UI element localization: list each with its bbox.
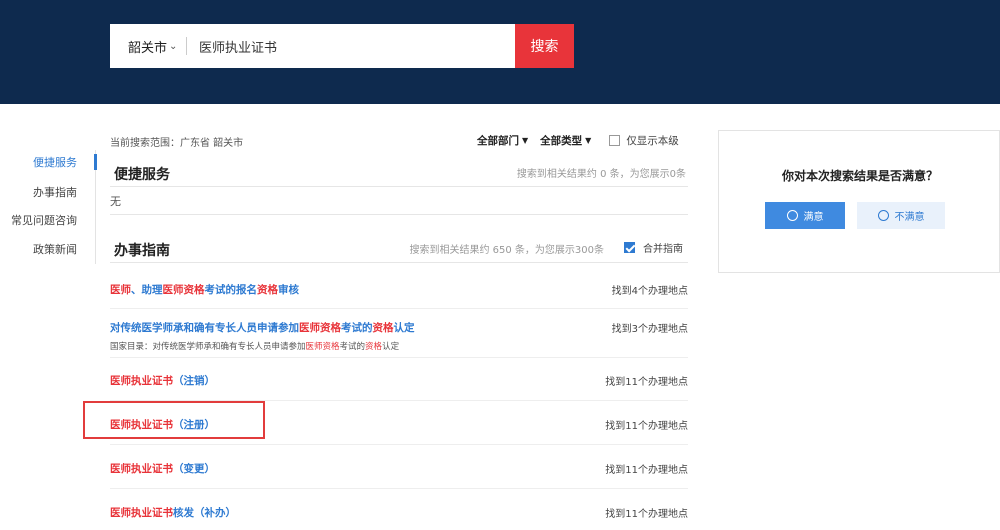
guide-result-catalog: 国家目录：对传统医学师承和确有专长人员申请参加医师资格考试的资格认定 xyxy=(110,340,688,352)
department-filter[interactable]: 全部部门 ▼ xyxy=(477,133,528,148)
guide-result-row[interactable]: 医师执业证书（注销） 找到11个办理地点 xyxy=(110,373,688,388)
keyword-highlight: 资格 xyxy=(257,284,278,296)
location-count: 找到3个办理地点 xyxy=(611,324,688,335)
only-level-label: 仅显示本级 xyxy=(626,135,679,147)
chevron-down-icon: ▼ xyxy=(522,136,529,145)
merge-guides-toggle[interactable]: 合并指南 xyxy=(624,240,683,255)
sidenav-item-faq[interactable]: 常见问题咨询 xyxy=(11,212,77,228)
only-level-toggle[interactable]: 仅显示本级 xyxy=(609,133,679,148)
only-level-checkbox[interactable] xyxy=(609,135,621,146)
type-filter[interactable]: 全部类型 ▼ xyxy=(540,133,591,148)
location-count: 找到4个办理地点 xyxy=(611,286,688,297)
smile-icon xyxy=(786,210,798,221)
divider xyxy=(110,186,688,187)
location-count: 找到11个办理地点 xyxy=(605,421,688,432)
services-result-count: 搜索到相关结果约 0 条，为您展示0条 xyxy=(516,169,686,180)
feedback-question: 你对本次搜索结果是否满意？ xyxy=(781,169,938,183)
guide-result-row[interactable]: 医师、助理医师资格考试的报名资格审核 找到4个办理地点 xyxy=(110,282,688,297)
services-empty-text: 无 xyxy=(110,195,121,208)
type-filter-label: 全部类型 xyxy=(540,135,583,147)
catalog-text: 国家目录：对传统医学师承和确有专长人员申请参加 xyxy=(110,342,306,352)
search-scope: 当前搜索范围：广东省 韶关市 xyxy=(110,138,244,149)
sidenav-item-news[interactable]: 政策新闻 xyxy=(33,241,77,257)
title-text: 核发（补办） xyxy=(173,507,236,519)
merge-guides-label: 合并指南 xyxy=(643,244,683,255)
side-navigation: 便捷服务 办事指南 常见问题咨询 政策新闻 xyxy=(0,150,97,264)
guide-result-row[interactable]: 对传统医学师承和确有专长人员申请参加医师资格考试的资格认定 国家目录：对传统医学师… xyxy=(110,320,688,352)
chevron-down-icon: ⌄ xyxy=(169,40,178,52)
feedback-panel: 你对本次搜索结果是否满意？ 满意 不满意 xyxy=(718,130,1000,273)
guide-result-row[interactable]: 医师执业证书核发（补办） 找到11个办理地点 xyxy=(110,505,688,520)
title-text: （变更） xyxy=(173,463,215,475)
filter-bar: 全部部门 ▼ 全部类型 ▼ 仅显示本级 xyxy=(477,133,679,148)
divider xyxy=(110,262,688,263)
location-count: 找到11个办理地点 xyxy=(605,509,688,520)
location-count: 找到11个办理地点 xyxy=(605,377,688,388)
title-text: （注销） xyxy=(173,375,215,387)
keyword-highlight: 医师 xyxy=(110,284,131,296)
satisfied-label: 满意 xyxy=(803,212,824,223)
divider xyxy=(110,308,688,309)
title-text: 对传统医学师承和确有专长人员申请参加 xyxy=(110,322,299,334)
guide-result-title[interactable]: 医师执业证书核发（补办） xyxy=(110,505,688,520)
title-text: 认定 xyxy=(393,322,415,334)
title-text: 考试的报名 xyxy=(204,284,258,296)
sidenav-item-guides[interactable]: 办事指南 xyxy=(33,184,77,200)
city-selector[interactable]: 韶关市 ⌄ xyxy=(110,37,186,56)
catalog-text: 考试的 xyxy=(339,342,366,352)
guide-result-title[interactable]: 对传统医学师承和确有专长人员申请参加医师资格考试的资格认定 xyxy=(110,320,688,335)
catalog-text: 认定 xyxy=(382,342,400,352)
search-box: 韶关市 ⌄ xyxy=(110,24,515,68)
divider xyxy=(110,214,688,215)
guides-result-count: 搜索到相关结果约 650 条，为您展示300条 xyxy=(409,245,604,256)
location-count: 找到11个办理地点 xyxy=(605,465,688,476)
frown-icon xyxy=(877,210,889,221)
highlight-box xyxy=(83,401,265,439)
keyword-highlight: 医师执业证书 xyxy=(110,463,173,475)
city-label: 韶关市 xyxy=(128,40,168,56)
department-filter-label: 全部部门 xyxy=(477,135,519,147)
chevron-down-icon: ▼ xyxy=(585,136,592,145)
guides-section-title: 办事指南 xyxy=(114,243,170,259)
satisfied-button[interactable]: 满意 xyxy=(765,202,845,229)
keyword-highlight: 资格 xyxy=(365,342,383,352)
sidenav-item-services[interactable]: 便捷服务 xyxy=(33,154,77,170)
keyword-highlight: 资格 xyxy=(372,322,394,334)
keyword-highlight: 医师执业证书 xyxy=(110,507,173,519)
active-indicator xyxy=(94,154,97,170)
keyword-highlight: 医师资格 xyxy=(162,284,205,296)
keyword-highlight: 医师资格 xyxy=(305,342,340,352)
title-text: 审核 xyxy=(278,284,299,296)
guide-result-title[interactable]: 医师、助理医师资格考试的报名资格审核 xyxy=(110,282,688,297)
merge-guides-checkbox[interactable] xyxy=(624,242,635,253)
title-text: 考试的 xyxy=(341,322,373,334)
divider xyxy=(110,444,688,445)
keyword-highlight: 医师资格 xyxy=(299,322,341,334)
keyword-highlight: 医师执业证书 xyxy=(110,375,173,387)
services-section-title: 便捷服务 xyxy=(114,167,170,183)
title-text: 、助理 xyxy=(131,284,163,296)
guide-result-title[interactable]: 医师执业证书（注销） xyxy=(110,373,688,388)
unsatisfied-label: 不满意 xyxy=(894,212,925,223)
search-input[interactable] xyxy=(187,24,515,68)
guide-result-title[interactable]: 医师执业证书（变更） xyxy=(110,461,688,476)
divider xyxy=(110,357,688,358)
header-banner: 韶关市 ⌄ 搜索 xyxy=(0,0,1000,104)
search-button[interactable]: 搜索 xyxy=(515,24,574,68)
guide-result-row[interactable]: 医师执业证书（变更） 找到11个办理地点 xyxy=(110,461,688,476)
divider xyxy=(110,488,688,489)
unsatisfied-button[interactable]: 不满意 xyxy=(857,202,945,229)
